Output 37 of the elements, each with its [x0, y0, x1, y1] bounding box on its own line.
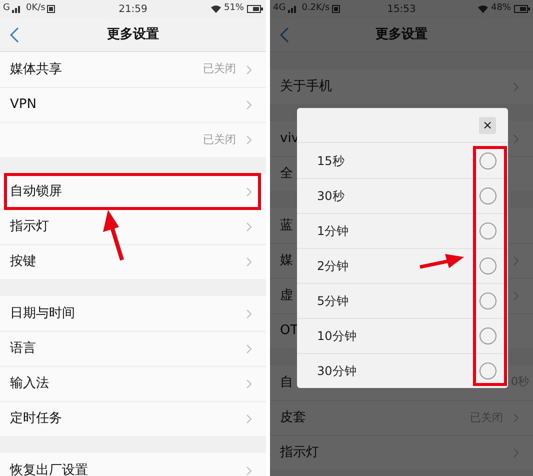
- option-label: 10分钟: [317, 328, 356, 345]
- row-label: 自动锁屏: [10, 182, 62, 201]
- row-label: 自: [280, 374, 293, 392]
- screen-title: 更多设置: [376, 26, 428, 44]
- network-speed: 0K/s: [26, 2, 46, 16]
- option-label: 5分钟: [317, 293, 349, 310]
- row-label: 恢复出厂设置: [10, 462, 88, 476]
- row-value: 已关闭: [203, 132, 236, 148]
- network-speed: 0.2K/s: [302, 2, 330, 16]
- row-value: 已关闭: [203, 61, 236, 78]
- row-label: 按键: [10, 253, 36, 272]
- battery-level: 51%: [224, 2, 244, 16]
- row-label: OT: [280, 322, 298, 340]
- row-label: 全: [280, 165, 293, 184]
- row-label: 媒体共享: [10, 60, 62, 79]
- option-label: 30秒: [317, 188, 344, 205]
- row-label: 输入法: [10, 375, 49, 394]
- row-label: 皮套: [280, 409, 306, 428]
- row-label: 语言: [10, 340, 36, 358]
- option-label: 15秒: [317, 152, 344, 170]
- option-label: 30分钟: [317, 363, 356, 380]
- option-label: 2分钟: [317, 258, 349, 275]
- status-time: 21:59: [118, 2, 148, 16]
- screen-title: 更多设置: [107, 26, 159, 44]
- option-label: 1分钟: [317, 223, 349, 240]
- battery-level: 48%: [490, 2, 511, 16]
- row-label: 媒: [280, 252, 293, 270]
- row-label: 日期与时间: [10, 304, 75, 323]
- row-label: 定时任务: [10, 410, 62, 428]
- row-label: VPN: [10, 96, 36, 114]
- row-label: 关于手机: [280, 78, 332, 96]
- status-time: 15:53: [387, 2, 416, 16]
- network-type: 4G: [273, 2, 286, 16]
- row-label: 指示灯: [280, 444, 319, 462]
- row-label: 虚: [280, 287, 293, 306]
- network-type: G: [3, 2, 10, 16]
- row-label: 指示灯: [10, 218, 49, 236]
